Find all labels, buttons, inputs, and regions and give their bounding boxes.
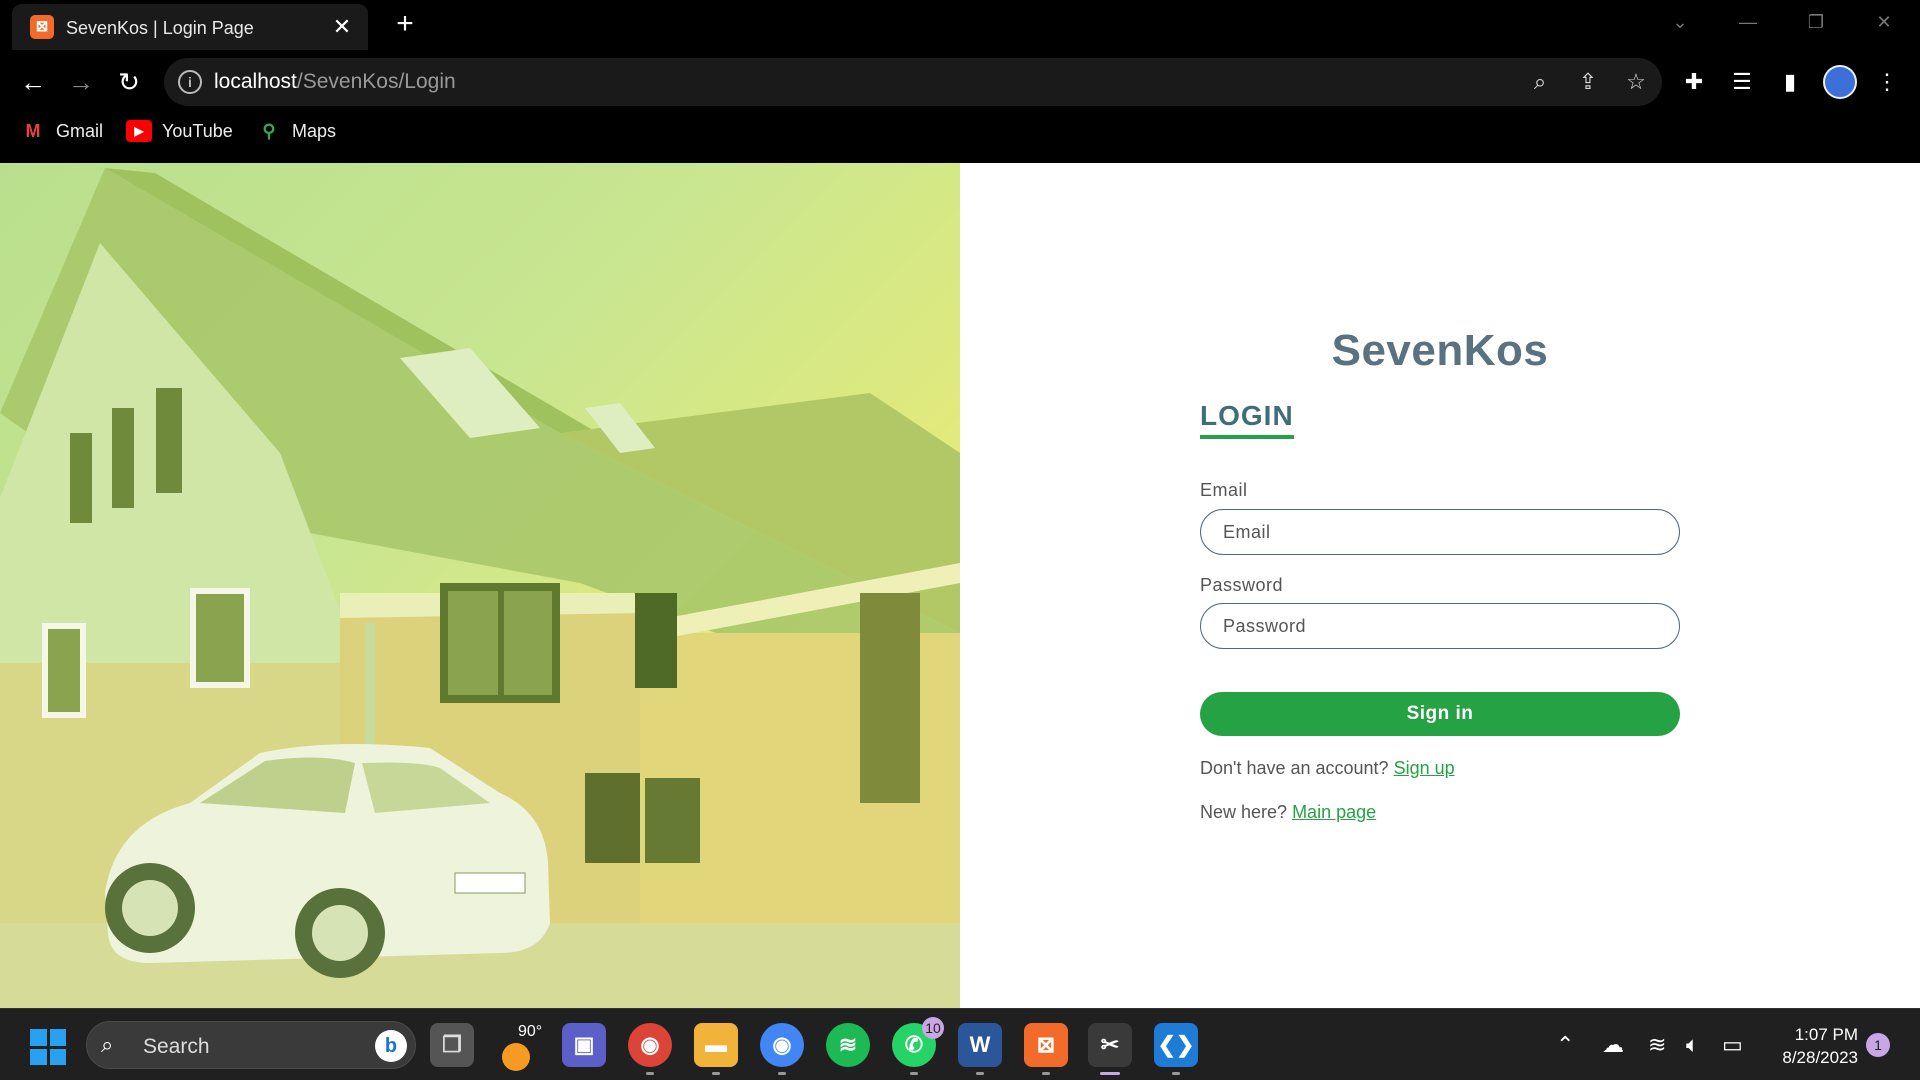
signup-note: Don't have an account? Sign up [1200, 758, 1455, 779]
reload-button[interactable]: ↻ [110, 63, 148, 101]
bookmark-label: YouTube [162, 120, 233, 141]
new-tab-button[interactable]: + [388, 8, 422, 42]
restore-button[interactable]: ❐ [1796, 6, 1836, 38]
sign-in-button[interactable]: Sign in [1200, 692, 1680, 736]
forward-button[interactable]: → [62, 63, 100, 101]
bookmark-youtube[interactable]: ▶ YouTube [126, 120, 233, 142]
extensions-icon[interactable]: ✚ [1677, 65, 1711, 99]
email-field[interactable] [1200, 509, 1680, 555]
whatsapp-icon[interactable]: ✆ 10 [892, 1017, 944, 1075]
bing-icon[interactable]: b [375, 1030, 407, 1062]
running-indicator [1042, 1072, 1050, 1075]
running-indicator [1172, 1072, 1180, 1075]
windows-taskbar: ⌕ Search b ❐ 90° ▣ ◉ ▬ ◉ ≋ ✆ 10 W ⊠ ✂ ❮❯ … [0, 1008, 1920, 1080]
minimize-button[interactable]: — [1728, 6, 1768, 38]
youtube-icon: ▶ [126, 120, 152, 142]
back-button[interactable]: ← [14, 63, 52, 101]
start-button[interactable] [30, 1029, 66, 1065]
tab-search-chevron-icon[interactable]: ⌄ [1660, 6, 1700, 38]
bookmarks-bar: M Gmail ▶ YouTube ⚲ Maps [0, 114, 1920, 154]
close-window-button[interactable]: ✕ [1864, 6, 1904, 38]
bookmark-maps[interactable]: ⚲ Maps [256, 120, 336, 142]
page-viewport: SevenKos LOGIN Email Password Sign in Do… [0, 163, 1920, 1008]
house-illustration [0, 168, 960, 1008]
active-indicator [1100, 1072, 1120, 1075]
browser-toolbar: ← → ↻ i localhost/SevenKos/Login ⌕ ⇪ ☆ ✚… [0, 52, 1920, 112]
chrome-icon[interactable]: ◉ [628, 1023, 672, 1075]
profile-avatar[interactable] [1823, 65, 1857, 99]
url-text[interactable]: localhost/SevenKos/Login [214, 70, 456, 94]
share-icon[interactable]: ⇪ [1574, 68, 1602, 96]
running-indicator [778, 1072, 786, 1075]
start-tile [30, 1048, 47, 1065]
volume-icon[interactable]: 🔈︎ [1686, 1033, 1699, 1057]
gmail-icon: M [25, 121, 41, 141]
spotify-icon[interactable]: ≋ [826, 1023, 870, 1067]
sign-up-link[interactable]: Sign up [1394, 758, 1455, 778]
main-page-note: New here? Main page [1200, 802, 1376, 823]
sun-icon [502, 1043, 530, 1071]
file-explorer-icon[interactable]: ▬ [694, 1023, 738, 1075]
clock-time: 1:07 PM [1794, 1025, 1858, 1044]
clock-date: 8/28/2023 [1782, 1048, 1858, 1067]
xampp-icon: ⊠ [30, 15, 54, 39]
menu-kebab-icon[interactable]: ⋮ [1870, 65, 1904, 99]
system-clock[interactable]: 1:07 PM 8/28/2023 [1768, 1023, 1858, 1069]
bookmark-gmail[interactable]: M Gmail [20, 120, 104, 142]
running-indicator [976, 1072, 984, 1075]
browser-chrome: ⊠ SevenKos | Login Page ✕ + ⌄ — ❐ ✕ ← → … [0, 0, 1920, 163]
site-info-icon[interactable]: i [178, 70, 202, 94]
chevron-up-icon[interactable]: ⌃ [1556, 1033, 1574, 1057]
word-icon[interactable]: W [958, 1023, 1002, 1075]
xampp-icon[interactable]: ⊠ [1024, 1023, 1068, 1075]
maps-icon: ⚲ [262, 121, 276, 141]
start-tile [30, 1029, 47, 1046]
running-indicator [646, 1072, 654, 1075]
signup-prompt: Don't have an account? [1200, 758, 1389, 778]
address-bar[interactable]: i localhost/SevenKos/Login ⌕ ⇪ ☆ [164, 58, 1662, 106]
running-indicator [712, 1072, 720, 1075]
start-tile [49, 1048, 66, 1065]
battery-icon[interactable]: ▭ [1722, 1033, 1743, 1057]
browser-tab[interactable]: ⊠ SevenKos | Login Page ✕ [12, 4, 368, 50]
taskbar-search[interactable]: ⌕ Search b [86, 1021, 416, 1069]
media-controls-icon[interactable]: ☰ [1725, 65, 1759, 99]
brand-title: SevenKos [1331, 326, 1549, 375]
password-field[interactable] [1200, 603, 1680, 649]
search-label: Search [143, 1035, 210, 1058]
tab-strip: ⊠ SevenKos | Login Page ✕ + ⌄ — ❐ ✕ [0, 0, 1920, 50]
notification-badge[interactable]: 1 [1866, 1033, 1890, 1057]
bookmark-label: Gmail [56, 120, 104, 141]
task-view-icon[interactable]: ❐ [430, 1023, 474, 1067]
teams-icon[interactable]: ▣ [562, 1023, 606, 1067]
hero-house-image [0, 163, 960, 1008]
search-icon: ⌕ [101, 1032, 114, 1057]
password-label: Password [1200, 575, 1284, 595]
bookmark-label: Maps [292, 120, 337, 141]
zoom-icon[interactable]: ⌕ [1526, 68, 1554, 96]
main-page-link[interactable]: Main page [1292, 802, 1376, 822]
side-panel-icon[interactable]: ▮ [1773, 65, 1807, 99]
chrome-profile-icon[interactable]: ◉ [760, 1023, 804, 1075]
start-tile [49, 1029, 66, 1046]
tab-title: SevenKos | Login Page [66, 18, 254, 38]
weather-widget[interactable]: 90° [502, 1023, 552, 1073]
vscode-icon[interactable]: ❮❯ [1154, 1023, 1198, 1075]
login-heading: LOGIN [1200, 400, 1294, 439]
onedrive-icon[interactable]: ☁ [1602, 1033, 1624, 1057]
running-indicator [910, 1072, 918, 1075]
wifi-icon[interactable]: ≋ [1648, 1033, 1666, 1057]
main-page-prompt: New here? [1200, 802, 1288, 822]
email-label: Email [1200, 480, 1248, 500]
close-tab-icon[interactable]: ✕ [328, 13, 356, 41]
bookmark-star-icon[interactable]: ☆ [1622, 68, 1650, 96]
whatsapp-badge: 10 [922, 1017, 944, 1039]
snipping-tool-icon[interactable]: ✂ [1088, 1023, 1132, 1075]
weather-temp: 90° [518, 1023, 543, 1040]
